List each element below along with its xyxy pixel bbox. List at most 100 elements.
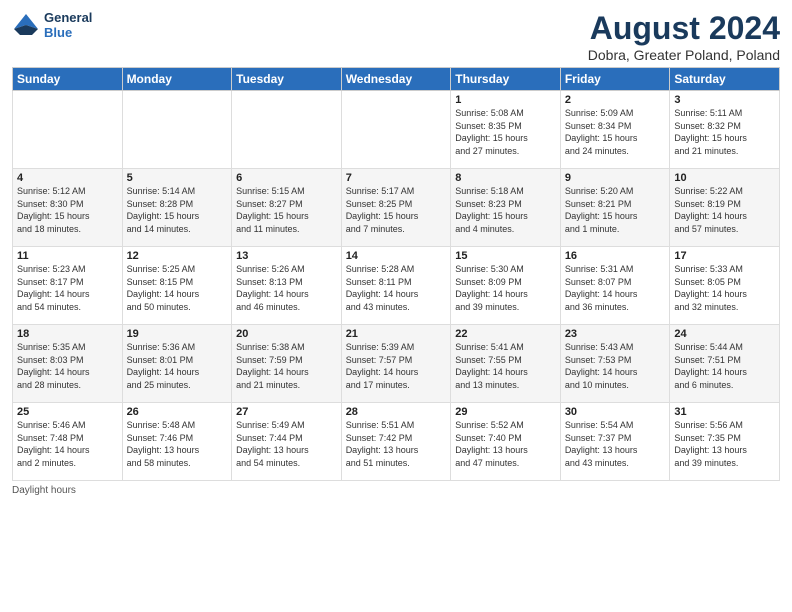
logo: General Blue xyxy=(12,10,92,40)
footer: Daylight hours xyxy=(12,485,780,496)
calendar-cell: 30Sunrise: 5:54 AM Sunset: 7:37 PM Dayli… xyxy=(560,403,670,481)
day-number: 18 xyxy=(17,328,118,340)
day-number: 6 xyxy=(236,172,337,184)
calendar-header-friday: Friday xyxy=(560,68,670,91)
calendar-cell: 2Sunrise: 5:09 AM Sunset: 8:34 PM Daylig… xyxy=(560,91,670,169)
day-info: Sunrise: 5:56 AM Sunset: 7:35 PM Dayligh… xyxy=(674,419,775,469)
day-number: 19 xyxy=(127,328,228,340)
calendar-week-1: 1Sunrise: 5:08 AM Sunset: 8:35 PM Daylig… xyxy=(13,91,780,169)
calendar-cell: 20Sunrise: 5:38 AM Sunset: 7:59 PM Dayli… xyxy=(232,325,342,403)
day-number: 13 xyxy=(236,250,337,262)
day-number: 20 xyxy=(236,328,337,340)
calendar-cell: 5Sunrise: 5:14 AM Sunset: 8:28 PM Daylig… xyxy=(122,169,232,247)
calendar-cell: 19Sunrise: 5:36 AM Sunset: 8:01 PM Dayli… xyxy=(122,325,232,403)
day-info: Sunrise: 5:14 AM Sunset: 8:28 PM Dayligh… xyxy=(127,185,228,235)
day-number: 27 xyxy=(236,406,337,418)
calendar-cell: 14Sunrise: 5:28 AM Sunset: 8:11 PM Dayli… xyxy=(341,247,451,325)
day-number: 2 xyxy=(565,94,666,106)
calendar-week-5: 25Sunrise: 5:46 AM Sunset: 7:48 PM Dayli… xyxy=(13,403,780,481)
day-info: Sunrise: 5:46 AM Sunset: 7:48 PM Dayligh… xyxy=(17,419,118,469)
calendar-header-row: SundayMondayTuesdayWednesdayThursdayFrid… xyxy=(13,68,780,91)
day-info: Sunrise: 5:20 AM Sunset: 8:21 PM Dayligh… xyxy=(565,185,666,235)
day-info: Sunrise: 5:48 AM Sunset: 7:46 PM Dayligh… xyxy=(127,419,228,469)
day-info: Sunrise: 5:09 AM Sunset: 8:34 PM Dayligh… xyxy=(565,107,666,157)
calendar-header-saturday: Saturday xyxy=(670,68,780,91)
day-info: Sunrise: 5:54 AM Sunset: 7:37 PM Dayligh… xyxy=(565,419,666,469)
calendar-cell xyxy=(341,91,451,169)
calendar-cell: 17Sunrise: 5:33 AM Sunset: 8:05 PM Dayli… xyxy=(670,247,780,325)
calendar-cell: 11Sunrise: 5:23 AM Sunset: 8:17 PM Dayli… xyxy=(13,247,123,325)
day-info: Sunrise: 5:52 AM Sunset: 7:40 PM Dayligh… xyxy=(455,419,556,469)
calendar-cell: 26Sunrise: 5:48 AM Sunset: 7:46 PM Dayli… xyxy=(122,403,232,481)
title-block: August 2024 Dobra, Greater Poland, Polan… xyxy=(588,10,780,63)
day-number: 25 xyxy=(17,406,118,418)
calendar-week-4: 18Sunrise: 5:35 AM Sunset: 8:03 PM Dayli… xyxy=(13,325,780,403)
day-info: Sunrise: 5:49 AM Sunset: 7:44 PM Dayligh… xyxy=(236,419,337,469)
day-number: 7 xyxy=(346,172,447,184)
calendar-table: SundayMondayTuesdayWednesdayThursdayFrid… xyxy=(12,67,780,481)
calendar-header-thursday: Thursday xyxy=(451,68,561,91)
calendar-header-monday: Monday xyxy=(122,68,232,91)
calendar-cell: 29Sunrise: 5:52 AM Sunset: 7:40 PM Dayli… xyxy=(451,403,561,481)
calendar-week-2: 4Sunrise: 5:12 AM Sunset: 8:30 PM Daylig… xyxy=(13,169,780,247)
calendar-cell: 31Sunrise: 5:56 AM Sunset: 7:35 PM Dayli… xyxy=(670,403,780,481)
day-info: Sunrise: 5:30 AM Sunset: 8:09 PM Dayligh… xyxy=(455,263,556,313)
calendar-cell xyxy=(122,91,232,169)
calendar-week-3: 11Sunrise: 5:23 AM Sunset: 8:17 PM Dayli… xyxy=(13,247,780,325)
calendar-cell: 3Sunrise: 5:11 AM Sunset: 8:32 PM Daylig… xyxy=(670,91,780,169)
day-info: Sunrise: 5:44 AM Sunset: 7:51 PM Dayligh… xyxy=(674,341,775,391)
day-number: 23 xyxy=(565,328,666,340)
day-info: Sunrise: 5:17 AM Sunset: 8:25 PM Dayligh… xyxy=(346,185,447,235)
day-info: Sunrise: 5:41 AM Sunset: 7:55 PM Dayligh… xyxy=(455,341,556,391)
footer-text: Daylight hours xyxy=(12,485,76,496)
day-number: 5 xyxy=(127,172,228,184)
day-info: Sunrise: 5:22 AM Sunset: 8:19 PM Dayligh… xyxy=(674,185,775,235)
calendar-header-sunday: Sunday xyxy=(13,68,123,91)
day-info: Sunrise: 5:39 AM Sunset: 7:57 PM Dayligh… xyxy=(346,341,447,391)
calendar-cell: 22Sunrise: 5:41 AM Sunset: 7:55 PM Dayli… xyxy=(451,325,561,403)
calendar-cell: 4Sunrise: 5:12 AM Sunset: 8:30 PM Daylig… xyxy=(13,169,123,247)
calendar-cell: 15Sunrise: 5:30 AM Sunset: 8:09 PM Dayli… xyxy=(451,247,561,325)
day-info: Sunrise: 5:43 AM Sunset: 7:53 PM Dayligh… xyxy=(565,341,666,391)
month-title: August 2024 xyxy=(588,10,780,47)
calendar-cell: 13Sunrise: 5:26 AM Sunset: 8:13 PM Dayli… xyxy=(232,247,342,325)
day-info: Sunrise: 5:18 AM Sunset: 8:23 PM Dayligh… xyxy=(455,185,556,235)
calendar-cell: 27Sunrise: 5:49 AM Sunset: 7:44 PM Dayli… xyxy=(232,403,342,481)
day-info: Sunrise: 5:36 AM Sunset: 8:01 PM Dayligh… xyxy=(127,341,228,391)
day-number: 4 xyxy=(17,172,118,184)
day-number: 3 xyxy=(674,94,775,106)
calendar-cell: 16Sunrise: 5:31 AM Sunset: 8:07 PM Dayli… xyxy=(560,247,670,325)
day-info: Sunrise: 5:51 AM Sunset: 7:42 PM Dayligh… xyxy=(346,419,447,469)
calendar-header-wednesday: Wednesday xyxy=(341,68,451,91)
day-info: Sunrise: 5:35 AM Sunset: 8:03 PM Dayligh… xyxy=(17,341,118,391)
day-info: Sunrise: 5:15 AM Sunset: 8:27 PM Dayligh… xyxy=(236,185,337,235)
day-info: Sunrise: 5:11 AM Sunset: 8:32 PM Dayligh… xyxy=(674,107,775,157)
calendar-cell: 23Sunrise: 5:43 AM Sunset: 7:53 PM Dayli… xyxy=(560,325,670,403)
day-info: Sunrise: 5:26 AM Sunset: 8:13 PM Dayligh… xyxy=(236,263,337,313)
calendar-cell: 21Sunrise: 5:39 AM Sunset: 7:57 PM Dayli… xyxy=(341,325,451,403)
calendar-cell: 28Sunrise: 5:51 AM Sunset: 7:42 PM Dayli… xyxy=(341,403,451,481)
day-number: 8 xyxy=(455,172,556,184)
day-number: 16 xyxy=(565,250,666,262)
calendar-cell: 25Sunrise: 5:46 AM Sunset: 7:48 PM Dayli… xyxy=(13,403,123,481)
day-number: 11 xyxy=(17,250,118,262)
page-container: General Blue August 2024 Dobra, Greater … xyxy=(0,0,792,504)
calendar-cell: 10Sunrise: 5:22 AM Sunset: 8:19 PM Dayli… xyxy=(670,169,780,247)
calendar-cell: 24Sunrise: 5:44 AM Sunset: 7:51 PM Dayli… xyxy=(670,325,780,403)
calendar-header-tuesday: Tuesday xyxy=(232,68,342,91)
day-info: Sunrise: 5:28 AM Sunset: 8:11 PM Dayligh… xyxy=(346,263,447,313)
day-info: Sunrise: 5:31 AM Sunset: 8:07 PM Dayligh… xyxy=(565,263,666,313)
calendar-cell: 9Sunrise: 5:20 AM Sunset: 8:21 PM Daylig… xyxy=(560,169,670,247)
day-number: 31 xyxy=(674,406,775,418)
day-number: 1 xyxy=(455,94,556,106)
day-number: 12 xyxy=(127,250,228,262)
day-number: 9 xyxy=(565,172,666,184)
calendar-cell xyxy=(232,91,342,169)
day-info: Sunrise: 5:33 AM Sunset: 8:05 PM Dayligh… xyxy=(674,263,775,313)
calendar-cell: 18Sunrise: 5:35 AM Sunset: 8:03 PM Dayli… xyxy=(13,325,123,403)
day-number: 10 xyxy=(674,172,775,184)
day-info: Sunrise: 5:38 AM Sunset: 7:59 PM Dayligh… xyxy=(236,341,337,391)
logo-icon xyxy=(12,11,40,39)
day-number: 17 xyxy=(674,250,775,262)
day-number: 29 xyxy=(455,406,556,418)
